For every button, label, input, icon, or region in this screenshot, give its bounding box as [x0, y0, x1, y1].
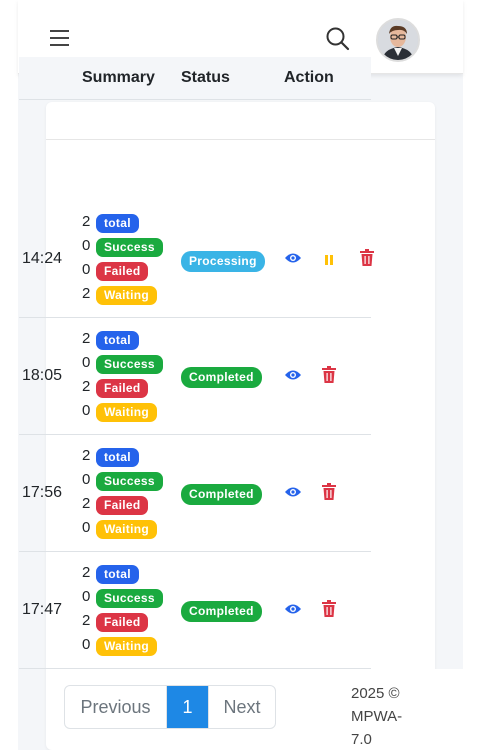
waiting-badge: Waiting: [96, 403, 157, 422]
header-action: Action: [284, 69, 334, 86]
waiting-count: 0: [82, 519, 91, 536]
trash-icon[interactable]: [322, 366, 336, 389]
eye-icon[interactable]: [284, 368, 302, 387]
footer-line-1: 2025 ©: [351, 685, 400, 702]
trash-icon[interactable]: [322, 483, 336, 506]
failed-count: 2: [82, 378, 91, 395]
success-count: 0: [82, 588, 91, 605]
hamburger-icon[interactable]: [50, 30, 69, 46]
total-count: 2: [82, 564, 91, 581]
row-time: 14:24: [22, 250, 63, 267]
pause-icon[interactable]: [324, 253, 334, 271]
footer-line-3: 7.0: [351, 731, 372, 748]
success-badge: Success: [96, 589, 163, 608]
total-badge: total: [96, 565, 139, 584]
eye-icon[interactable]: [284, 602, 302, 621]
total-count: 2: [82, 447, 91, 464]
failed-badge: Failed: [96, 379, 149, 398]
table-row: 17:56 2 total 0 Success 2 Failed 0 Waiti…: [19, 435, 371, 552]
pagination: Previous 1 Next: [64, 685, 276, 729]
previous-page-button[interactable]: Previous: [65, 686, 167, 728]
footer-line-2: MPWA-: [351, 708, 403, 725]
failed-count: 0: [82, 261, 91, 278]
waiting-badge: Waiting: [96, 637, 157, 656]
total-count: 2: [82, 213, 91, 230]
waiting-count: 0: [82, 402, 91, 419]
status-badge: Completed: [181, 484, 262, 505]
failed-badge: Failed: [96, 262, 149, 281]
total-badge: total: [96, 331, 139, 350]
status-badge: Completed: [181, 601, 262, 622]
failed-count: 2: [82, 612, 91, 629]
success-badge: Success: [96, 472, 163, 491]
row-time: 17:47: [22, 601, 63, 618]
failed-count: 2: [82, 495, 91, 512]
header-status: Status: [181, 69, 230, 86]
eye-icon[interactable]: [284, 485, 302, 504]
success-badge: Success: [96, 355, 163, 374]
total-badge: total: [96, 448, 139, 467]
failed-badge: Failed: [96, 496, 149, 515]
success-count: 0: [82, 471, 91, 488]
trash-icon[interactable]: [322, 600, 336, 623]
waiting-count: 2: [82, 285, 91, 302]
total-count: 2: [82, 330, 91, 347]
table-row: 17:47 2 total 0 Success 2 Failed 0 Waiti…: [19, 552, 371, 669]
waiting-badge: Waiting: [96, 286, 157, 305]
table-row: 18:05 2 total 0 Success 2 Failed 0 Waiti…: [19, 318, 371, 435]
eye-icon[interactable]: [284, 251, 302, 270]
trash-icon[interactable]: [360, 249, 374, 272]
total-badge: total: [96, 214, 139, 233]
user-avatar[interactable]: [376, 18, 420, 62]
success-count: 0: [82, 237, 91, 254]
footer-copyright: 2025 © MPWA- 7.0: [351, 682, 421, 750]
table-header: Summary Status Action: [19, 57, 371, 100]
status-badge: Processing: [181, 251, 265, 272]
table-row: 14:24 2 total 0 Success 0 Failed 2 Waiti…: [19, 201, 374, 318]
success-count: 0: [82, 354, 91, 371]
next-page-button[interactable]: Next: [208, 686, 275, 728]
search-icon[interactable]: [325, 26, 351, 52]
row-time: 17:56: [22, 484, 63, 501]
row-time: 18:05: [22, 367, 63, 384]
status-badge: Completed: [181, 367, 262, 388]
failed-badge: Failed: [96, 613, 149, 632]
waiting-badge: Waiting: [96, 520, 157, 539]
success-badge: Success: [96, 238, 163, 257]
waiting-count: 0: [82, 636, 91, 653]
page-1-button[interactable]: 1: [167, 686, 208, 728]
card-header: [46, 102, 435, 140]
header-summary: Summary: [82, 69, 155, 86]
